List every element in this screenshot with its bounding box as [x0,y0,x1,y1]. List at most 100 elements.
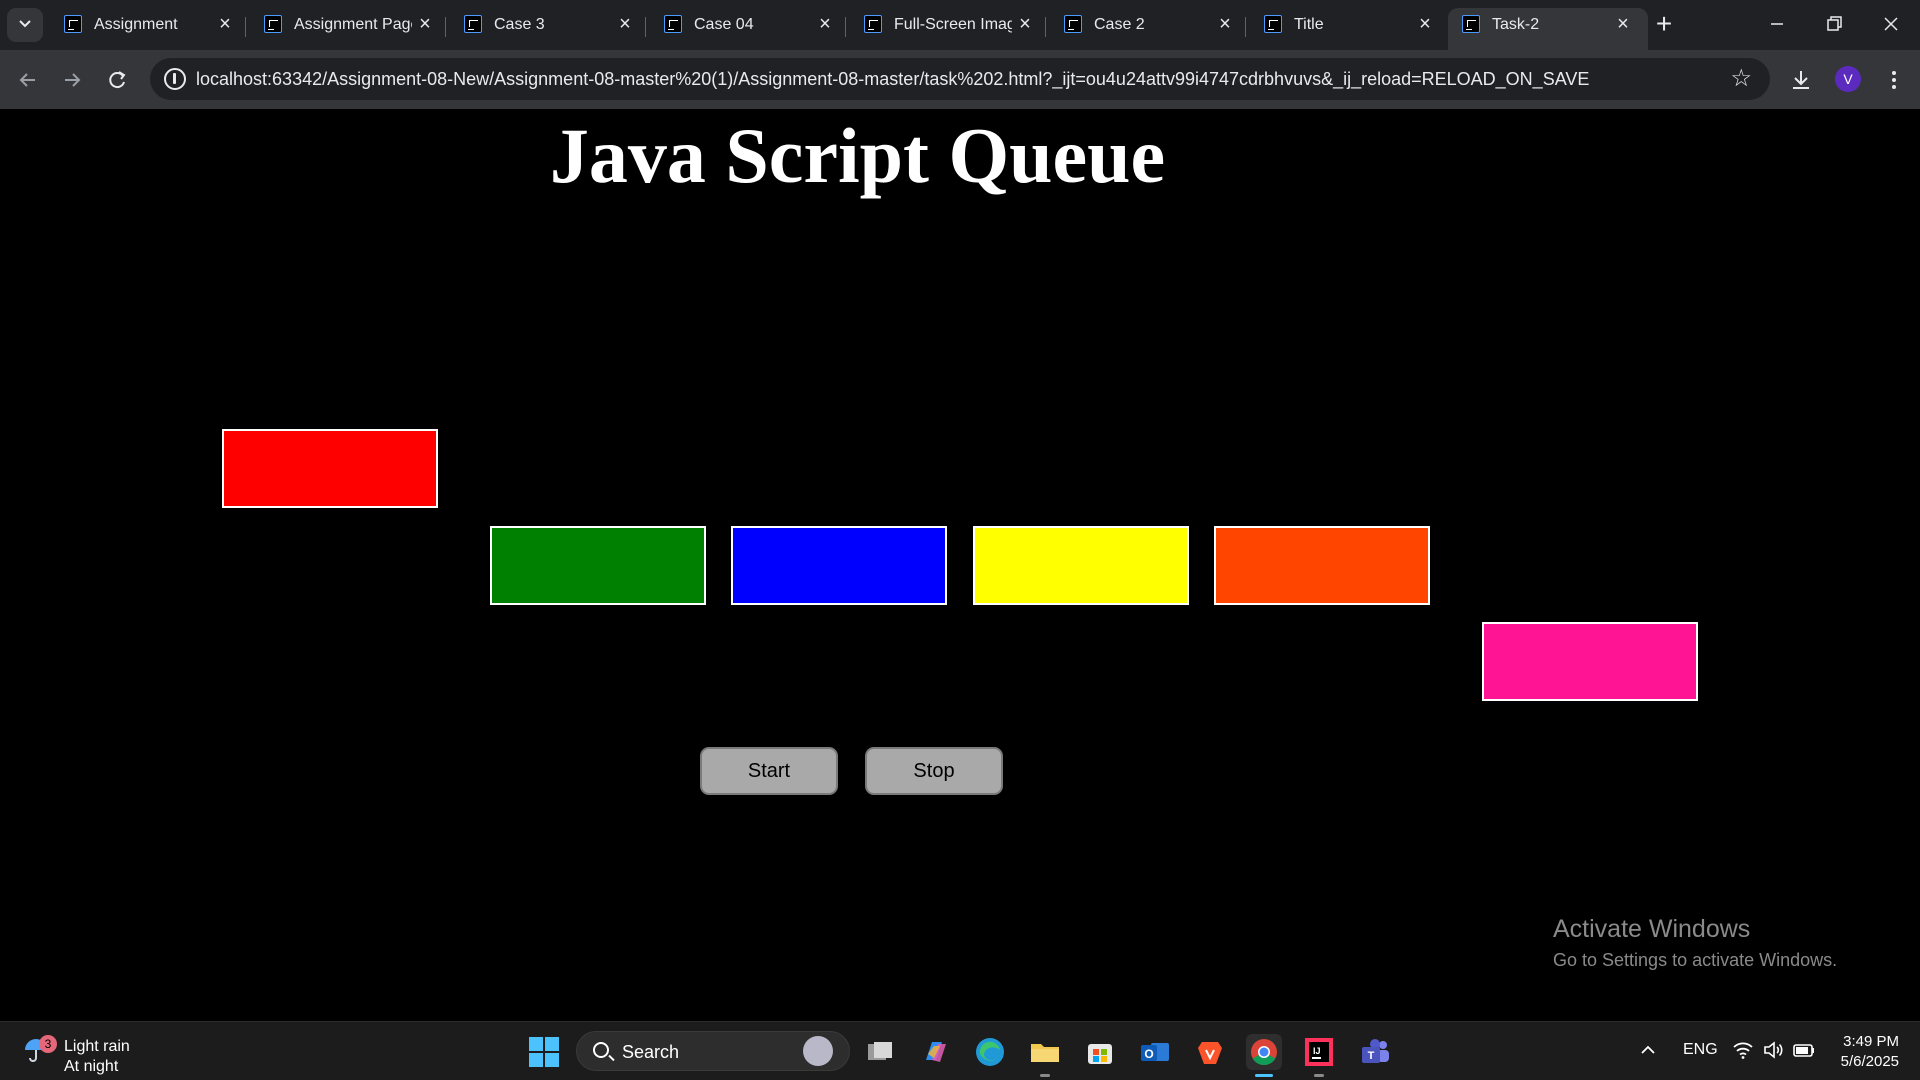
tab-case-04[interactable]: Case 04 × [650,8,850,50]
tab-separator [245,17,246,37]
copilot-icon[interactable] [918,1034,954,1070]
volume-icon[interactable] [1762,1039,1784,1066]
tab-search-button[interactable] [7,8,43,42]
menu-kebab-icon[interactable] [1876,62,1912,98]
tab-title: Full-Screen Imag [894,16,1012,33]
show-hidden-icons-chevron[interactable] [1638,1040,1658,1065]
tab-separator [1245,17,1246,37]
search-highlight-image [803,1036,833,1066]
intellij-idea-icon[interactable]: IJ [1301,1034,1337,1070]
taskbar: 3 Light rain At night Search O IJ T ENG … [0,1021,1920,1080]
tab-title: Task-2 [1492,16,1540,33]
search-label: Search [622,1042,680,1062]
intellij-icon [1064,15,1082,33]
intellij-icon [464,15,482,33]
queue-box-orange-red [1214,526,1430,605]
taskbar-search[interactable]: Search [576,1031,850,1071]
tab-title: Title [1294,16,1324,33]
tab-full-screen-image[interactable]: Full-Screen Imag × [850,8,1050,50]
address-bar[interactable]: localhost:63342/Assignment-08-New/Assign… [150,58,1770,100]
tab-title: Case 3 [494,16,545,33]
profile-avatar[interactable]: V [1835,66,1861,92]
tab-title-page[interactable]: Title × [1250,8,1450,50]
edge-browser-icon[interactable] [972,1034,1008,1070]
brave-browser-icon[interactable] [1192,1034,1228,1070]
downloads-button[interactable] [1783,62,1819,98]
tab-case-2[interactable]: Case 2 × [1050,8,1250,50]
intellij-icon [864,15,882,33]
chevron-down-icon [18,16,32,34]
tab-title: Assignment [94,16,178,33]
clock-time: 3:49 PM [1843,1033,1899,1050]
running-indicator [1040,1074,1050,1077]
back-button[interactable] [10,62,46,98]
tab-case-3[interactable]: Case 3 × [450,8,650,50]
weather-time-of-day: At night [64,1058,119,1075]
stop-button[interactable]: Stop [865,747,1003,795]
close-icon[interactable]: × [1214,13,1236,35]
watermark-subtitle: Go to Settings to activate Windows. [1553,950,1838,970]
forward-button[interactable] [54,62,90,98]
site-info-icon[interactable] [164,68,186,90]
windows-start-icon[interactable] [529,1037,559,1067]
tab-separator [845,17,846,37]
new-tab-button[interactable]: + [1649,10,1679,40]
outlook-icon[interactable]: O [1137,1034,1173,1070]
tab-title: Assignment Page [294,16,412,33]
tab-strip: Assignment × Assignment Page × Case 3 × … [0,0,1920,50]
close-icon[interactable]: × [1612,13,1634,35]
intellij-icon [64,15,82,33]
close-icon[interactable]: × [1414,13,1436,35]
svg-text:O: O [1144,1047,1153,1061]
close-icon[interactable]: × [614,13,636,35]
chrome-icon[interactable] [1246,1034,1282,1070]
intellij-icon [664,15,682,33]
page-content: Java Script Queue Start Stop Activate Wi… [0,109,1920,1021]
tab-assignment-page[interactable]: Assignment Page × [250,8,450,50]
clock-date: 5/6/2025 [1840,1053,1899,1070]
microsoft-store-icon[interactable] [1082,1034,1118,1070]
close-window-button[interactable] [1867,7,1915,41]
queue-box-green [490,526,706,605]
tab-task-2[interactable]: Task-2 × [1448,8,1648,50]
tab-separator [1045,17,1046,37]
wifi-icon[interactable] [1732,1039,1754,1066]
reload-button[interactable] [99,62,135,98]
svg-text:IJ: IJ [1313,1046,1321,1056]
language-indicator[interactable]: ENG [1683,1041,1718,1059]
weather-condition: Light rain [64,1038,130,1055]
tab-separator [445,17,446,37]
search-icon [593,1042,609,1058]
start-button[interactable]: Start [700,747,838,795]
teams-icon[interactable]: T [1357,1034,1393,1070]
task-view-icon[interactable] [862,1034,898,1070]
page-title: Java Script Queue [549,112,1166,199]
tab-assignment[interactable]: Assignment × [50,8,250,50]
active-app-indicator [1255,1074,1273,1077]
queue-box-yellow [973,526,1189,605]
watermark-title: Activate Windows [1553,915,1751,943]
running-indicator [1314,1074,1324,1077]
activate-windows-watermark: Activate Windows Go to Settings to activ… [1553,915,1837,971]
file-explorer-icon[interactable] [1027,1034,1063,1070]
queue-box-blue [731,526,947,605]
queue-box-red [222,429,438,508]
restore-button[interactable] [1809,7,1857,41]
bookmark-star-icon[interactable]: ☆ [1730,64,1752,93]
intellij-icon [1462,15,1480,33]
browser-toolbar: localhost:63342/Assignment-08-New/Assign… [0,50,1920,109]
battery-icon[interactable] [1792,1039,1816,1066]
tab-title: Case 2 [1094,16,1145,33]
url-text[interactable]: localhost:63342/Assignment-08-New/Assign… [196,69,1589,90]
tab-title: Case 04 [694,16,754,33]
close-icon[interactable]: × [414,13,436,35]
minimize-button[interactable] [1753,7,1801,41]
close-icon[interactable]: × [1014,13,1036,35]
queue-box-deep-pink [1482,622,1698,701]
close-icon[interactable]: × [214,13,236,35]
weather-badge: 3 [39,1035,57,1053]
intellij-icon [264,15,282,33]
close-icon[interactable]: × [814,13,836,35]
system-clock[interactable]: 3:49 PM 5/6/2025 [1825,1032,1899,1072]
tab-separator [645,17,646,37]
